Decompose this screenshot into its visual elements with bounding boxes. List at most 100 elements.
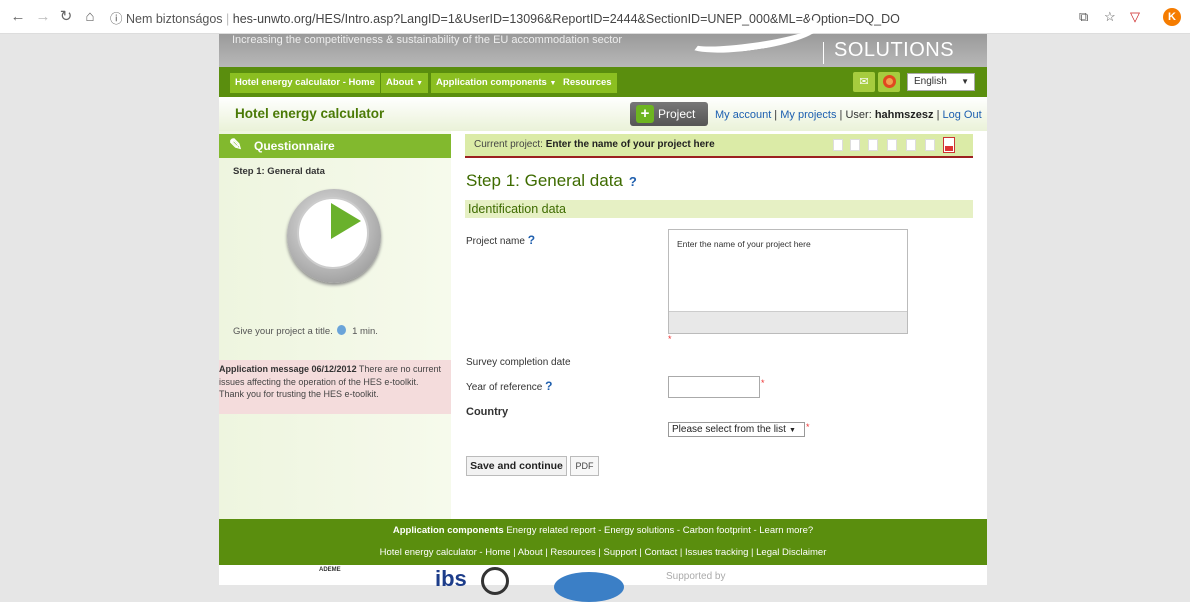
help-icon[interactable]: ? <box>545 379 552 393</box>
help-icon[interactable]: ? <box>528 233 535 247</box>
footer-links-row-2[interactable]: Hotel energy calculator - Home | About |… <box>219 547 987 558</box>
project-name-textarea[interactable]: Enter the name of your project here <box>668 229 908 334</box>
banner-brand: SOLUTIONS <box>834 39 955 61</box>
save-and-continue-button[interactable]: Save and continue <box>466 456 567 476</box>
chevron-down-icon: ▼ <box>549 80 557 87</box>
step-title-text: Step 1: General data <box>466 171 623 190</box>
chevron-down-icon: ▼ <box>416 80 424 87</box>
footer: Application components Energy related re… <box>219 519 987 565</box>
pdf-icon[interactable] <box>943 137 955 153</box>
supported-by-label: Supported by <box>666 571 726 582</box>
pocket-icon[interactable]: ▽ <box>1130 9 1140 25</box>
app-title: Hotel energy calculator <box>235 106 385 121</box>
top-navigation: Hotel energy calculator - Home About ▼ A… <box>219 67 987 97</box>
forward-icon[interactable]: → <box>35 9 51 25</box>
current-project-value: Enter the name of your project here <box>545 139 715 150</box>
gear-logo-icon <box>481 567 509 595</box>
help-icon[interactable]: ? <box>629 174 637 189</box>
tip-text: Give your project a title. <box>233 326 333 337</box>
app-header: Hotel energy calculator + Project My acc… <box>219 97 987 131</box>
nav-about-label: About <box>386 77 414 88</box>
step-label: Step 1: General data <box>233 166 325 177</box>
country-select-value: Please select from the list <box>672 424 786 435</box>
footer-app-components[interactable]: Application components <box>393 525 504 536</box>
questionnaire-header: ✎ Questionnaire <box>219 134 451 158</box>
required-marker: * <box>806 422 810 432</box>
textarea-footer <box>669 311 907 333</box>
site-banner: Increasing the competitiveness & sustain… <box>219 10 987 67</box>
footer-links-row-1: Application components Energy related re… <box>219 525 987 536</box>
nav-resources[interactable]: Resources <box>558 73 617 93</box>
current-project-bar: Current project: Enter the name of your … <box>465 134 973 158</box>
year-label-text: Year of reference <box>466 382 543 393</box>
step-title: Step 1: General data? <box>466 171 637 191</box>
help-lifebuoy-icon[interactable] <box>878 72 900 92</box>
step-tip: Give your project a title. 1 min. <box>233 325 378 337</box>
partner-logos: ADEME ibs Supported by <box>219 565 987 602</box>
security-indicator[interactable]: ⓘ Nem biztonságos <box>110 12 223 26</box>
back-icon[interactable]: ← <box>10 9 26 25</box>
footer-links-1[interactable]: Energy related report - Energy solutions… <box>506 525 813 536</box>
year-label: Year of reference ? <box>466 379 552 393</box>
stopwatch-icon <box>337 325 347 335</box>
project-button-label: Project <box>658 107 696 121</box>
globe-logo-icon <box>554 572 624 602</box>
sidebar: ✎ Questionnaire Step 1: General data Giv… <box>219 131 451 521</box>
nav-resources-label: Resources <box>563 77 612 88</box>
mail-icon[interactable]: ✉ <box>853 72 875 92</box>
clock-progress-wedge <box>331 203 361 239</box>
nav-app-components-label: Application components <box>436 77 547 88</box>
my-projects-link[interactable]: My projects <box>780 109 836 121</box>
ademe-logo: ADEME <box>319 567 341 573</box>
logout-link[interactable]: Log Out <box>943 109 982 121</box>
required-marker: * <box>668 334 672 344</box>
translate-icon[interactable]: ⧉ <box>1079 9 1088 25</box>
country-label: Country <box>466 406 509 418</box>
chevron-down-icon: ▼ <box>961 77 969 86</box>
plus-icon: + <box>636 105 654 123</box>
project-name-label: Project name ? <box>466 233 535 247</box>
user-links: My account | My projects | User: hahmsze… <box>715 109 982 121</box>
language-select[interactable]: English ▼ <box>907 73 975 91</box>
reload-icon[interactable]: ↻ <box>58 9 74 25</box>
browser-toolbar: ← → ↻ ⌂ ⓘ Nem biztonságos | hes-unwto.or… <box>0 0 1190 34</box>
application-message: Application message 06/12/2012 There are… <box>219 360 451 414</box>
page-icon[interactable] <box>887 139 897 151</box>
ibs-logo: ibs <box>435 566 467 591</box>
project-name-label-text: Project name <box>466 236 525 247</box>
timer-clock-icon <box>287 189 381 283</box>
username: hahmszesz <box>874 109 934 121</box>
current-project-label: Current project: <box>474 139 543 150</box>
nav-application-components[interactable]: Application components ▼ <box>431 73 562 93</box>
tip-time: 1 min. <box>352 326 378 337</box>
message-thanks: Thank you for trusting the HES e-toolkit… <box>219 389 379 400</box>
nav-home-label: Hotel energy calculator - Home <box>235 77 375 88</box>
star-icon[interactable]: ☆ <box>1104 9 1116 25</box>
home-icon[interactable]: ⌂ <box>82 9 98 25</box>
country-select[interactable]: Please select from the list ▼ <box>668 422 805 437</box>
page-icon[interactable] <box>925 139 935 151</box>
page-icon[interactable] <box>833 139 843 151</box>
page-content: Increasing the competitiveness & sustain… <box>219 10 987 602</box>
profile-avatar[interactable]: K <box>1163 8 1181 26</box>
page-icon[interactable] <box>868 139 878 151</box>
nav-about[interactable]: About ▼ <box>381 73 429 93</box>
pdf-button[interactable]: PDF <box>570 456 599 476</box>
nav-home[interactable]: Hotel energy calculator - Home <box>230 73 380 93</box>
message-title: Application message 06/12/2012 <box>219 364 357 374</box>
project-button[interactable]: + Project <box>630 102 708 126</box>
questionnaire-label: Questionnaire <box>254 139 335 153</box>
chevron-down-icon: ▼ <box>788 427 796 434</box>
user-prefix: User: <box>845 109 872 121</box>
page-icon[interactable] <box>906 139 916 151</box>
language-value: English <box>914 76 947 87</box>
banner-tagline: Increasing the competitiveness & sustain… <box>232 34 623 46</box>
pencil-icon: ✎ <box>229 137 243 154</box>
banner-divider <box>823 42 824 64</box>
year-input[interactable] <box>668 376 760 398</box>
project-name-value: Enter the name of your project here <box>677 239 811 249</box>
survey-date-label: Survey completion date <box>466 357 571 368</box>
my-account-link[interactable]: My account <box>715 109 771 121</box>
required-marker: * <box>761 378 765 388</box>
page-icon[interactable] <box>850 139 860 151</box>
